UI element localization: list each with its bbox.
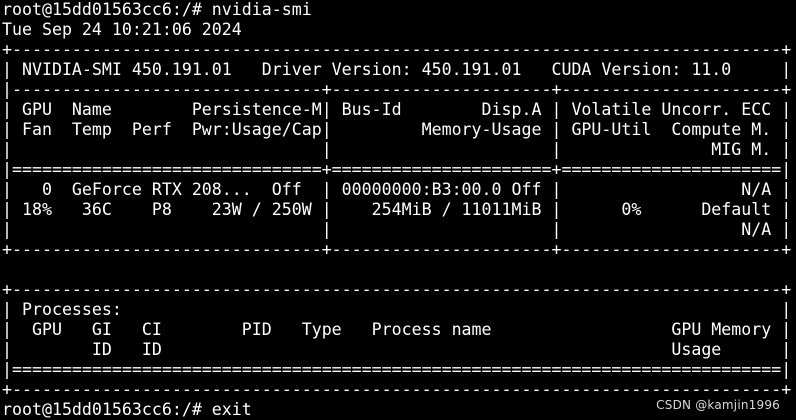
processes-title: | Processes: | xyxy=(2,300,792,319)
terminal-output[interactable]: root@15dd01563cc6:/# nvidia-smi Tue Sep … xyxy=(2,0,796,420)
processes-border-bottom: +---------------------------------------… xyxy=(2,380,792,399)
processes-border-top: +---------------------------------------… xyxy=(2,280,792,299)
version-info-line: | NVIDIA-SMI 450.191.01 Driver Version: … xyxy=(2,60,792,79)
processes-header-1: | GPU GI CI PID Type Process name GPU Me… xyxy=(2,320,792,339)
csdn-watermark: CSDN @kamjin1996 xyxy=(656,398,780,412)
processes-separator: |=======================================… xyxy=(2,360,792,379)
gpu-header-row-1: | GPU Name Persistence-M| Bus-Id Disp.A … xyxy=(2,100,792,119)
gpu-row-3: | | | N/A | xyxy=(2,220,792,239)
gpu-table-bottom: +-------------------------------+-------… xyxy=(2,240,792,259)
gpu-row-2: | 18% 36C P8 23W / 250W | 254MiB / 11011… xyxy=(2,200,792,219)
timestamp-line: Tue Sep 24 10:21:06 2024 xyxy=(2,20,242,39)
table-border-top: +---------------------------------------… xyxy=(2,40,792,59)
gpu-header-row-3: | | | MIG M. | xyxy=(2,140,792,159)
processes-header-2: | ID ID Usage | xyxy=(2,340,792,359)
header-separator: |===============================+=======… xyxy=(2,160,792,179)
gpu-header-row-2: | Fan Temp Perf Pwr:Usage/Cap| Memory-Us… xyxy=(2,120,792,139)
prompt-command-line: root@15dd01563cc6:/# nvidia-smi xyxy=(2,0,312,19)
table-divider: |-------------------------------+-------… xyxy=(2,80,792,99)
gpu-row-1: | 0 GeForce RTX 208... Off | 00000000:B3… xyxy=(2,180,792,199)
